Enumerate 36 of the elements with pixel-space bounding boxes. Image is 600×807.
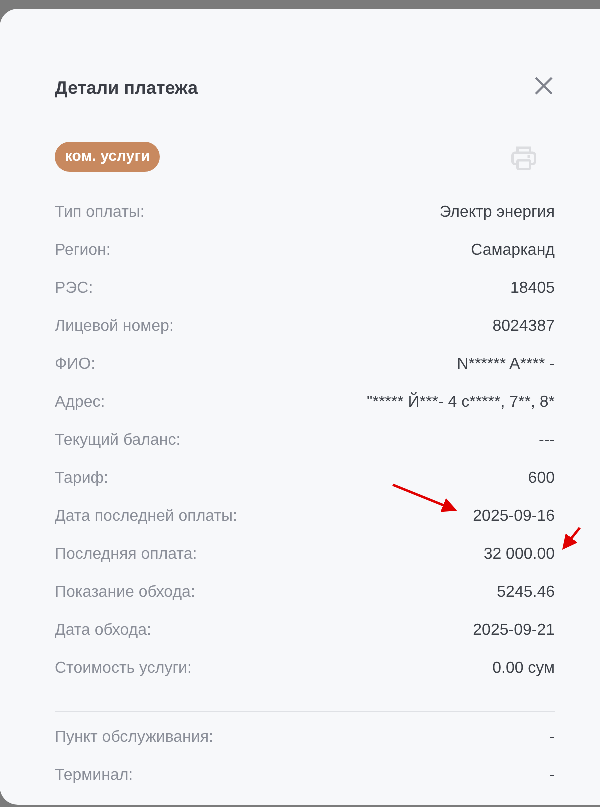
field-label: Последняя оплата: xyxy=(55,545,198,565)
field-label: Тип оплаты: xyxy=(55,203,145,223)
field-label: Дата последней оплаты: xyxy=(55,507,238,527)
category-tag: ком. услуги xyxy=(55,142,160,172)
field-value: "***** Й***- 4 с*****, 7**, 8* xyxy=(367,392,555,413)
field-label: Терминал: xyxy=(55,766,134,786)
field-label: ФИО: xyxy=(55,355,96,375)
field-value: Самарканд xyxy=(471,241,555,261)
field-value: N****** A**** - xyxy=(457,355,555,375)
close-icon xyxy=(534,76,554,96)
field-label: Показание обхода: xyxy=(55,583,196,603)
field-value: Электр энергия xyxy=(440,203,555,223)
dialog-title: Детали платежа xyxy=(55,77,198,100)
field-value: 2025-09-21 xyxy=(473,621,555,641)
field-value: 0.00 сум xyxy=(492,659,555,679)
field-value: 5245.46 xyxy=(497,583,555,603)
field-value: 2025-09-16 xyxy=(473,507,555,527)
field-label: Стоимость услуги: xyxy=(55,659,192,679)
field-value: - xyxy=(550,766,555,786)
field-label: Текущий баланс: xyxy=(55,431,181,451)
field-value: - xyxy=(550,728,555,748)
field-label: Пункт обслуживания: xyxy=(55,728,214,748)
close-button[interactable] xyxy=(533,75,555,97)
field-label: Адрес: xyxy=(55,393,106,413)
field-label: Дата обхода: xyxy=(55,621,152,641)
field-value: 18405 xyxy=(510,279,555,299)
annotation-arrow xyxy=(392,484,458,512)
field-value: --- xyxy=(539,431,555,451)
field-label: Лицевой номер: xyxy=(55,317,174,337)
field-label: Регион: xyxy=(55,241,111,261)
field-label: Тариф: xyxy=(55,469,108,489)
field-value: 32 000.00 xyxy=(484,545,555,565)
field-label: РЭС: xyxy=(55,279,94,299)
annotation-arrow xyxy=(562,527,581,550)
field-value: 8024387 xyxy=(492,317,555,337)
field-value: 600 xyxy=(528,469,555,489)
